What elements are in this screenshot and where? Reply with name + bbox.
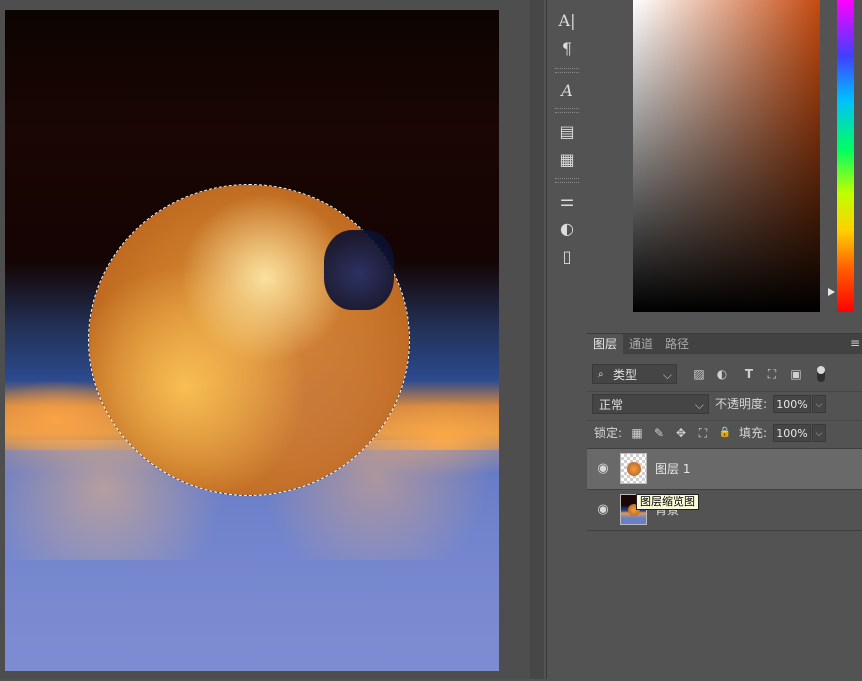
layer-row-background[interactable]: ◉ 背景 — [587, 489, 862, 530]
thumbnail-orb — [627, 462, 641, 476]
panel-separator — [555, 178, 579, 183]
lock-artboard-icon[interactable]: ⛶ — [694, 424, 712, 442]
paragraph-styles-icon[interactable]: ▦ — [555, 147, 579, 171]
filter-kind-select[interactable]: ⌕ 类型 ⌵ — [592, 364, 677, 384]
glyphs-icon[interactable]: A — [555, 78, 579, 102]
lock-row: 锁定: ▦ ✎ ✥ ⛶ 🔒 填充: 100% ⌵ — [587, 420, 862, 445]
layers-panel: 图层 通道 路径 ≡ ⌕ 类型 ⌵ ▨ ◐ T ⛶ ▣ 正常 ⌵ 不透明度: 1… — [587, 333, 862, 680]
filter-toggle-knob — [817, 366, 825, 374]
panel-menu-icon[interactable]: ≡ — [850, 336, 860, 350]
filter-kind-label: 类型 — [613, 368, 638, 382]
document-area — [0, 0, 530, 679]
thumbnail-tooltip: 图层缩览图 — [636, 494, 699, 510]
shape-filter-icon[interactable]: ⛶ — [763, 365, 781, 383]
fill-field[interactable]: 100% — [773, 424, 811, 442]
smart-object-filter-icon[interactable]: ▣ — [787, 365, 805, 383]
tab-channels[interactable]: 通道 — [623, 334, 659, 354]
blend-mode-select[interactable]: 正常 ⌵ — [592, 394, 709, 414]
filter-row: ⌕ 类型 ⌵ ▨ ◐ T ⛶ ▣ — [587, 362, 862, 386]
layer-thumbnail[interactable] — [620, 453, 647, 484]
paragraph-icon[interactable]: ¶ — [555, 36, 579, 60]
fill-label: 填充: — [739, 426, 768, 440]
layer-row-layer1[interactable]: ◉ 图层 1 — [587, 448, 862, 489]
adjustments-icon[interactable]: ⚌ — [555, 188, 579, 212]
opacity-field[interactable]: 100% — [773, 395, 811, 413]
panel-separator — [555, 68, 579, 73]
search-icon: ⌕ — [598, 369, 604, 380]
panel-separator — [555, 108, 579, 113]
layers-empty-area — [587, 530, 862, 681]
character-icon[interactable]: A| — [555, 8, 579, 32]
type-filter-icon[interactable]: T — [740, 365, 758, 383]
hue-slider[interactable] — [837, 0, 854, 312]
lock-all-icon[interactable]: 🔒 — [716, 424, 734, 442]
lock-transparent-icon[interactable]: ▦ — [628, 424, 646, 442]
panel-tabs: 图层 通道 路径 ≡ — [587, 334, 862, 354]
filter-toggle[interactable] — [817, 366, 825, 382]
character-styles-icon[interactable]: ▤ — [555, 119, 579, 143]
bubble-reflection — [324, 230, 394, 310]
lock-position-icon[interactable]: ✥ — [672, 424, 690, 442]
lock-image-icon[interactable]: ✎ — [650, 424, 668, 442]
adjustment-circle-icon[interactable]: ◐ — [555, 216, 579, 240]
adjustment-filter-icon[interactable]: ◐ — [713, 365, 731, 383]
document-scrollbar[interactable] — [530, 0, 544, 679]
tab-paths[interactable]: 路径 — [659, 334, 695, 354]
frozen-bubble-selection[interactable] — [88, 184, 410, 496]
fill-dropdown-icon[interactable]: ⌵ — [812, 424, 826, 442]
visibility-eye-icon[interactable]: ◉ — [595, 461, 611, 477]
opacity-label: 不透明度: — [715, 397, 768, 411]
blend-mode-value: 正常 — [599, 398, 624, 412]
opacity-dropdown-icon[interactable]: ⌵ — [812, 395, 826, 413]
right-panels: 图层 通道 路径 ≡ ⌕ 类型 ⌵ ▨ ◐ T ⛶ ▣ 正常 ⌵ 不透明度: 1… — [587, 0, 862, 680]
pixel-filter-icon[interactable]: ▨ — [690, 365, 708, 383]
layer-name[interactable]: 图层 1 — [655, 460, 690, 477]
visibility-eye-icon[interactable]: ◉ — [595, 502, 611, 518]
panel-icon-strip: A| ¶ A ▤ ▦ ⚌ ◐ ▯ — [546, 0, 588, 679]
chevron-down-icon: ⌵ — [694, 398, 704, 412]
lock-label: 锁定: — [594, 426, 623, 440]
tab-layers[interactable]: 图层 — [587, 334, 623, 354]
image-canvas[interactable] — [5, 10, 499, 671]
chevron-down-icon: ⌵ — [662, 368, 672, 382]
blend-row: 正常 ⌵ 不透明度: 100% ⌵ — [587, 391, 862, 416]
libraries-icon[interactable]: ▯ — [555, 244, 579, 268]
hue-slider-marker[interactable] — [828, 288, 835, 296]
color-picker-field[interactable] — [633, 0, 820, 312]
